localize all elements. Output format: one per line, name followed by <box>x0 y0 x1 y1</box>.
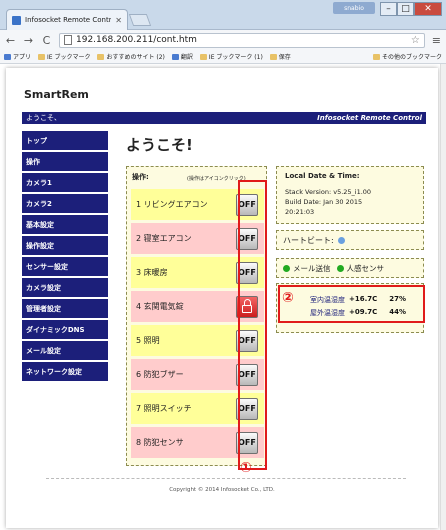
annotation-number-2: ② <box>282 290 294 306</box>
bookmark-translate[interactable]: 翻訳 <box>171 52 193 61</box>
sidebar-item-admin-settings[interactable]: 管理者設定 <box>22 299 108 318</box>
apps-grid-icon <box>4 53 11 60</box>
device-label: 8 防犯センサ <box>136 438 184 447</box>
copyright-text: Copyright © 2014 Infosocket Co., LTD. <box>169 487 275 493</box>
mail-send-label: メール送信 <box>293 263 331 273</box>
sidebar-item-camera-settings[interactable]: カメラ設定 <box>22 278 108 297</box>
sidebar-item-dynamic-dns[interactable]: ダイナミックDNS <box>22 320 108 339</box>
reload-button[interactable]: C <box>41 34 52 47</box>
sidebar-item-network-settings[interactable]: ネットワーク設定 <box>22 362 108 381</box>
device-label: 4 玄関電気錠 <box>136 302 184 311</box>
bookmark-folder[interactable]: IE ブックマーク (1) <box>199 52 263 61</box>
heartbeat-dot-icon <box>337 236 345 244</box>
brand-text: Infosocket Remote Control <box>317 114 422 122</box>
sensor-status-panel: メール送信 人感センサ <box>276 258 424 278</box>
header-bar: ようこそ、 Infosocket Remote Control <box>22 112 426 124</box>
annotation-number-1: ① <box>240 460 252 476</box>
tab-close-icon[interactable]: ✕ <box>115 16 122 25</box>
folder-icon <box>38 53 46 60</box>
forward-button[interactable]: → <box>23 34 34 47</box>
datetime-title: Local Date & Time: <box>285 172 360 180</box>
close-window-button[interactable]: ✕ <box>414 2 442 16</box>
device-label: 1 リビングエアコン <box>136 200 208 209</box>
annotation-box-1 <box>238 180 267 470</box>
sidebar-item-camera2[interactable]: カメラ2 <box>22 194 108 213</box>
footer-divider <box>46 478 406 479</box>
device-label: 3 床暖房 <box>136 268 168 277</box>
sidebar-item-sensor-settings[interactable]: センサー設定 <box>22 257 108 276</box>
favicon-icon <box>12 15 21 25</box>
bookmark-folder[interactable]: 保存 <box>269 52 291 61</box>
stack-version: Stack Version: v5.25_i1.00 <box>285 188 372 196</box>
build-date: Build Date: Jan 30 2015 <box>285 198 363 206</box>
bookmark-folder[interactable]: IE ブックマーク <box>38 52 90 61</box>
heartbeat-label: ハートビート: <box>283 235 334 245</box>
heartbeat-panel: ハートビート: <box>276 230 424 250</box>
operations-note: (操作はアイコンクリック) <box>187 176 246 182</box>
maximize-button[interactable]: □ <box>397 2 414 16</box>
current-time: 20:21:03 <box>285 208 315 216</box>
minimize-button[interactable]: – <box>380 2 397 16</box>
bookmarks-bar: アプリ IE ブックマーク おすすめのサイト (2) 翻訳 IE ブックマーク … <box>0 50 446 64</box>
sidebar-nav: トップ 操作 カメラ1 カメラ2 基本設定 操作設定 センサー設定 カメラ設定 … <box>22 131 108 383</box>
menu-icon[interactable]: ≡ <box>432 34 441 47</box>
indoor-temperature: +16.7C <box>349 295 378 303</box>
bookmark-apps[interactable]: アプリ <box>4 52 31 61</box>
vertical-scrollbar[interactable] <box>440 64 446 530</box>
indoor-label: 室内温湿度 <box>310 296 345 304</box>
device-label: 7 照明スイッチ <box>136 404 192 413</box>
folder-icon <box>372 53 380 60</box>
page-container: SmartRem ようこそ、 Infosocket Remote Control… <box>6 68 438 528</box>
motion-sensor-label: 人感センサ <box>346 263 385 273</box>
folder-icon <box>269 53 277 60</box>
sidebar-item-operation[interactable]: 操作 <box>22 152 108 171</box>
sidebar-item-top[interactable]: トップ <box>22 131 108 150</box>
bookmark-star-icon[interactable]: ☆ <box>411 35 420 46</box>
folder-icon <box>199 53 207 60</box>
tab-title: Infosocket Remote Control <box>25 16 112 24</box>
folder-icon <box>97 53 105 60</box>
page-icon <box>64 35 72 45</box>
mail-status-dot-icon <box>283 264 290 272</box>
url-text[interactable]: 192.168.200.211/cont.htm <box>76 35 407 45</box>
page-viewport: SmartRem ようこそ、 Infosocket Remote Control… <box>0 64 440 530</box>
sidebar-item-basic-settings[interactable]: 基本設定 <box>22 215 108 234</box>
bookmark-other[interactable]: その他のブックマーク <box>372 52 442 61</box>
device-label: 2 寝室エアコン <box>136 234 192 243</box>
sidebar-item-operation-settings[interactable]: 操作設定 <box>22 236 108 255</box>
indoor-climate: 室内温湿度 +16.7C 27% <box>310 295 406 305</box>
sidebar-item-mail-settings[interactable]: メール設定 <box>22 341 108 360</box>
outdoor-label: 屋外温湿度 <box>310 309 345 317</box>
device-label: 5 照明 <box>136 336 160 345</box>
operations-header: 操作: <box>132 173 149 181</box>
device-label: 6 防犯ブザー <box>136 370 184 379</box>
page-title: ようこそ! <box>126 136 193 154</box>
indoor-humidity: 27% <box>389 295 407 303</box>
browser-tab[interactable]: Infosocket Remote Control ✕ <box>6 9 128 30</box>
outdoor-climate: 屋外温湿度 +09.7C 44% <box>310 308 406 318</box>
new-tab-button[interactable] <box>128 14 152 26</box>
outdoor-humidity: 44% <box>389 308 407 316</box>
browser-toolbar: ← → C 192.168.200.211/cont.htm ☆ ≡ <box>0 30 446 50</box>
browser-title-bar: Infosocket Remote Control ✕ snabio – □ ✕ <box>0 0 446 30</box>
sidebar-item-camera1[interactable]: カメラ1 <box>22 173 108 192</box>
site-logo: SmartRem <box>24 88 89 101</box>
address-bar[interactable]: 192.168.200.211/cont.htm ☆ <box>59 32 425 48</box>
datetime-panel: Local Date & Time: Stack Version: v5.25_… <box>276 166 424 224</box>
motion-status-dot-icon <box>336 264 344 272</box>
welcome-text: ようこそ、 <box>26 114 61 122</box>
outdoor-temperature: +09.7C <box>349 308 378 316</box>
back-button[interactable]: ← <box>5 34 16 47</box>
translate-icon <box>171 53 179 60</box>
bookmark-folder[interactable]: おすすめのサイト (2) <box>97 52 165 61</box>
user-badge[interactable]: snabio <box>333 2 375 14</box>
